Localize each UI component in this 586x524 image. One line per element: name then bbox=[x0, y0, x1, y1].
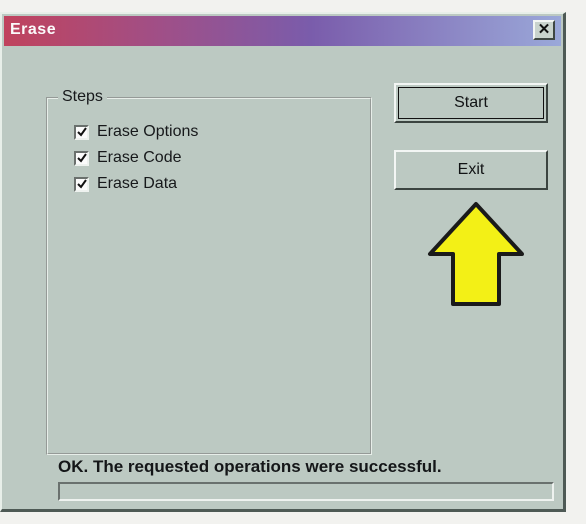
erase-data-label: Erase Data bbox=[97, 175, 178, 192]
steps-group-label: Steps bbox=[58, 88, 107, 106]
exit-button-label: Exit bbox=[457, 161, 485, 178]
title-bar[interactable]: Erase ✕ bbox=[4, 16, 561, 46]
pointer-arrow-icon bbox=[428, 202, 524, 306]
exit-button[interactable]: Exit bbox=[394, 150, 548, 190]
checkmark-icon bbox=[76, 179, 87, 189]
status-message: OK. The requested operations were succes… bbox=[58, 457, 442, 476]
checkbox-row-erase-code[interactable]: Erase Code bbox=[74, 146, 182, 170]
erase-data-checkbox[interactable] bbox=[74, 176, 89, 192]
progress-bar bbox=[58, 482, 554, 501]
close-button[interactable]: ✕ bbox=[533, 20, 555, 40]
window-title: Erase bbox=[10, 21, 57, 38]
checkmark-icon bbox=[76, 127, 87, 137]
erase-options-label: Erase Options bbox=[97, 123, 199, 140]
erase-code-checkbox[interactable] bbox=[74, 150, 89, 166]
close-icon: ✕ bbox=[537, 21, 551, 38]
erase-options-checkbox[interactable] bbox=[74, 124, 89, 140]
erase-dialog: Erase ✕ Steps Erase Options Erase Code E… bbox=[0, 12, 566, 512]
start-button-label: Start bbox=[454, 94, 488, 111]
checkbox-row-erase-data[interactable]: Erase Data bbox=[74, 172, 177, 196]
erase-code-label: Erase Code bbox=[97, 149, 182, 166]
checkbox-row-erase-options[interactable]: Erase Options bbox=[74, 120, 198, 144]
checkmark-icon bbox=[76, 153, 87, 163]
start-button[interactable]: Start bbox=[394, 83, 548, 123]
